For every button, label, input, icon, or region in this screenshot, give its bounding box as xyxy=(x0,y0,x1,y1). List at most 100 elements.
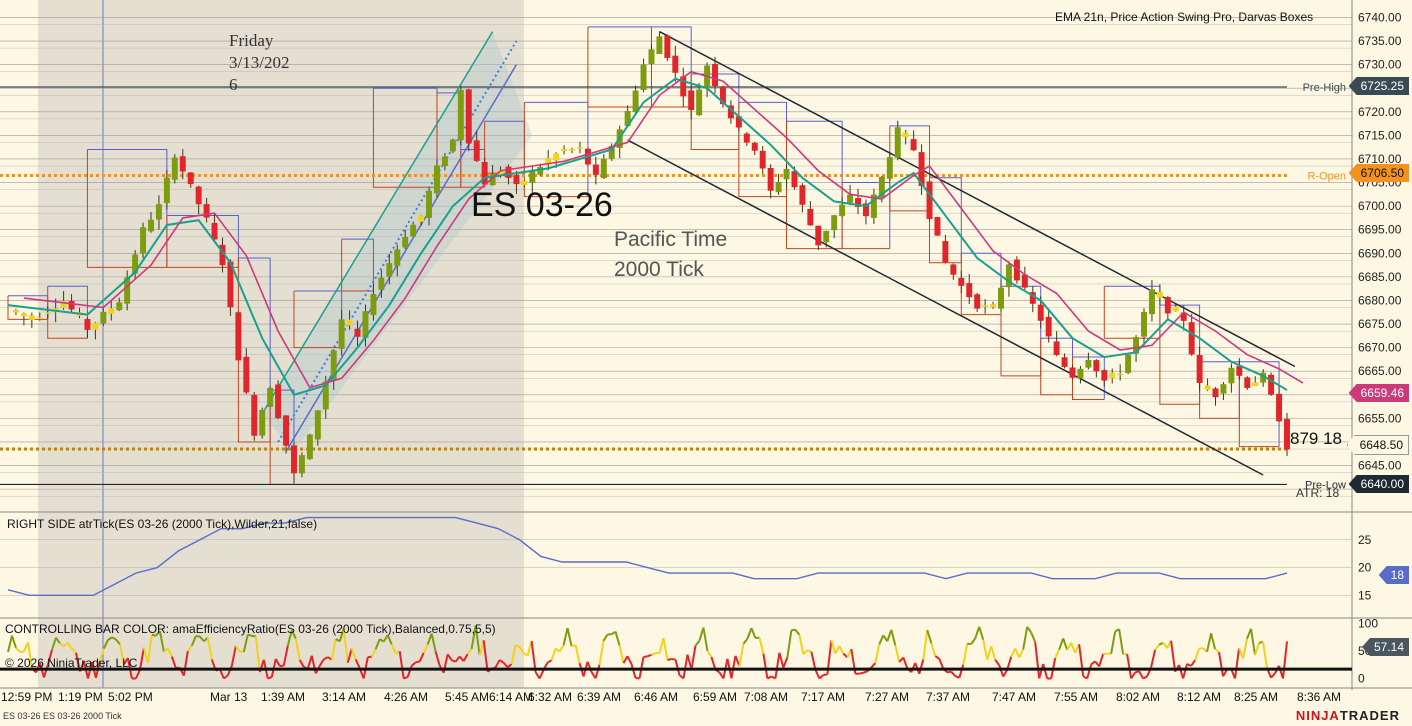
price-bar xyxy=(195,186,202,205)
er-line-segment xyxy=(547,659,553,664)
price-bar xyxy=(1172,306,1179,312)
price-bar xyxy=(473,140,480,161)
er-line-segment xyxy=(918,659,925,675)
er-line-segment xyxy=(574,644,581,664)
price-bar xyxy=(1148,289,1155,315)
price-bar xyxy=(1077,368,1084,379)
price-bar xyxy=(457,89,464,141)
er-line-segment xyxy=(974,626,981,639)
price-bar xyxy=(1244,377,1251,389)
price-bar xyxy=(807,208,814,226)
price-bar xyxy=(600,158,607,179)
price-bar xyxy=(163,177,170,204)
price-bar xyxy=(235,312,242,361)
er-line-segment xyxy=(750,627,757,639)
er-line-segment xyxy=(1062,637,1069,651)
y-tick-label: 6740.00 xyxy=(1358,10,1402,24)
er-line-segment xyxy=(958,664,965,679)
price-bar xyxy=(386,263,393,277)
time-tick-label: 6:39 AM xyxy=(577,690,621,704)
price-bar xyxy=(902,132,909,137)
time-tick-label: 1:39 AM xyxy=(261,690,305,704)
er-line-segment xyxy=(1150,649,1157,668)
price-bar xyxy=(338,319,345,349)
er-line-segment xyxy=(530,640,537,673)
price-bar xyxy=(1252,382,1259,387)
price-bar xyxy=(92,322,99,330)
price-bar xyxy=(648,49,655,64)
er-line-segment xyxy=(538,669,545,679)
er-line-segment xyxy=(267,676,273,680)
price-bar xyxy=(529,171,536,183)
price-bar xyxy=(426,190,433,218)
price-bar xyxy=(306,434,313,460)
er-line-segment xyxy=(1154,644,1160,651)
y-tick-label: 6700.00 xyxy=(1358,199,1402,213)
er-line-segment xyxy=(786,630,793,658)
er-line-segment xyxy=(1026,626,1033,634)
er-line-segment xyxy=(1206,633,1213,653)
er-line-segment xyxy=(982,639,989,660)
er-line-segment xyxy=(1242,638,1249,659)
er-line-segment xyxy=(1270,672,1276,679)
er-line-segment xyxy=(11,635,17,649)
er-line-segment xyxy=(562,627,569,646)
er-line-segment xyxy=(1218,652,1225,677)
er-line-segment xyxy=(671,657,676,661)
er-line-segment xyxy=(1170,640,1177,672)
er-line-segment xyxy=(870,662,877,669)
last-price-tag: 6648.50 xyxy=(1346,435,1409,455)
er-line-segment xyxy=(1086,664,1093,679)
price-bar xyxy=(171,157,178,180)
price-bar xyxy=(259,409,266,436)
price-bar xyxy=(418,215,425,222)
copyright-text: © 2026 NinjaTrader, LLC xyxy=(5,656,138,670)
price-bar xyxy=(569,149,576,151)
price-bar xyxy=(712,63,719,86)
price-bar xyxy=(370,294,377,316)
er-line-segment xyxy=(814,669,821,679)
price-bar xyxy=(346,319,353,326)
time-tick-label: 6:59 AM xyxy=(693,690,737,704)
er-line-segment xyxy=(706,650,713,658)
atr-label: ATR: 18 xyxy=(1296,486,1340,500)
price-bar xyxy=(791,171,798,188)
price-bar xyxy=(592,164,599,175)
er-line-segment xyxy=(1010,648,1017,658)
time-tick-label: 6:14 AM xyxy=(489,690,533,704)
er-value-tag: 57.14 xyxy=(1361,638,1409,656)
price-bar xyxy=(100,311,107,324)
er-line-segment xyxy=(802,649,809,655)
price-bar xyxy=(561,148,568,151)
er-line-segment xyxy=(1158,641,1164,646)
price-bar xyxy=(394,249,401,266)
y-tick-label: 6710.00 xyxy=(1358,152,1402,166)
reference-line-label: R-Open xyxy=(1307,170,1346,182)
er-line-segment xyxy=(938,658,945,670)
time-tick-label: 1:19 PM xyxy=(58,690,103,704)
price-chart[interactable]: 6640.006645.006650.006655.006660.006665.… xyxy=(0,0,1412,726)
er-line-segment xyxy=(1058,637,1065,650)
price-bar xyxy=(505,166,512,178)
y-tick-label: 6680.00 xyxy=(1358,293,1402,307)
er-line-segment xyxy=(922,629,929,660)
price-bar xyxy=(799,185,806,205)
er-line-segment xyxy=(647,653,652,658)
price-bar xyxy=(1093,360,1100,372)
y-tick-label: 6695.00 xyxy=(1358,223,1402,237)
er-line-segment xyxy=(910,662,917,673)
price-bar xyxy=(354,328,361,337)
price-bar xyxy=(545,158,552,164)
er-line-segment xyxy=(823,673,828,676)
price-bar xyxy=(934,217,941,236)
time-tick-label: 8:12 AM xyxy=(1177,690,1221,704)
er-line-segment xyxy=(1198,647,1204,650)
er-line-segment xyxy=(279,664,284,668)
er-line-segment xyxy=(566,627,573,647)
ema-price-tag: 6659.46 xyxy=(1348,384,1409,402)
er-line-segment xyxy=(1254,642,1260,656)
er-line-segment xyxy=(894,645,901,663)
er-line-segment xyxy=(1194,648,1201,661)
atr-tick-label: 20 xyxy=(1358,561,1372,575)
price-bar xyxy=(378,277,385,290)
